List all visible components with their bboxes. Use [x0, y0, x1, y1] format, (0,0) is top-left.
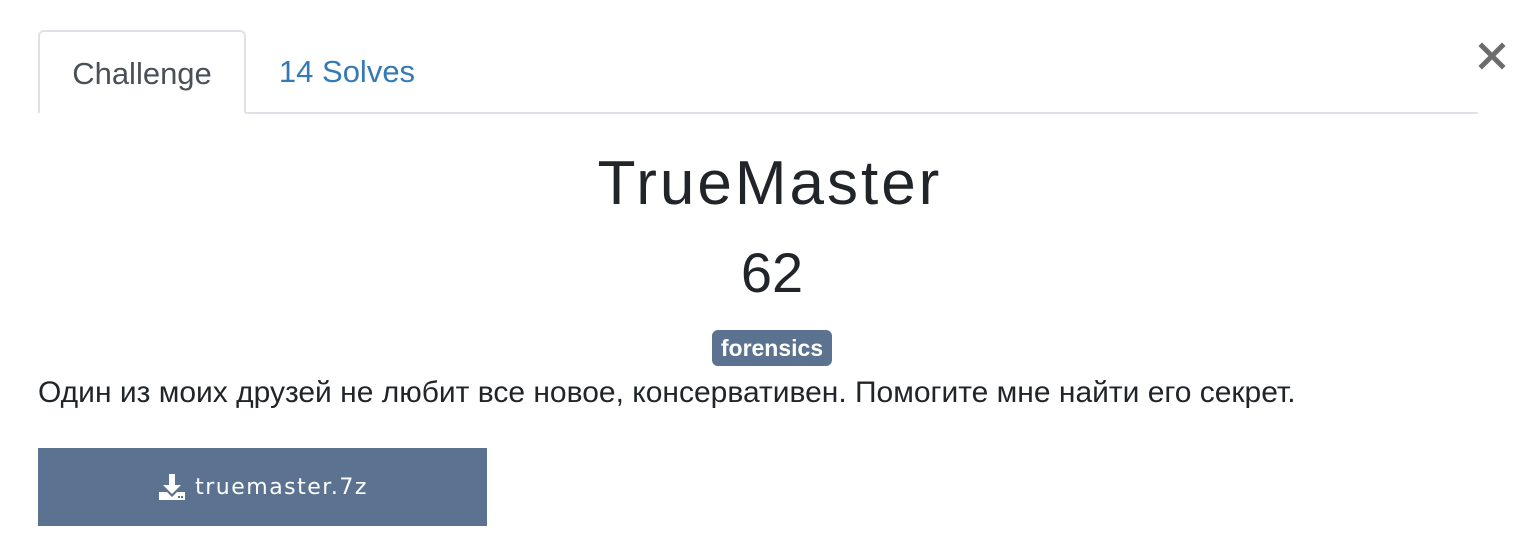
- close-icon: [1478, 42, 1506, 70]
- challenge-description: Один из моих друзей не любит все новое, …: [38, 376, 1296, 409]
- tag-badge: forensics: [711, 330, 833, 366]
- challenge-points: 62: [740, 241, 804, 304]
- challenge-tags: forensics: [0, 330, 1522, 366]
- file-download-button[interactable]: truemaster.7z: [38, 448, 487, 526]
- close-button[interactable]: [1474, 36, 1510, 76]
- challenge-modal: Challenge 14 Solves TrueMaster 62 forens…: [0, 0, 1522, 554]
- download-icon: [159, 474, 186, 500]
- challenge-tabs: Challenge 14 Solves: [38, 30, 1478, 114]
- file-name: truemaster.7z: [195, 474, 368, 500]
- tab-challenge[interactable]: Challenge: [38, 30, 246, 114]
- challenge-name: TrueMaster: [597, 149, 943, 218]
- tab-solves[interactable]: 14 Solves: [248, 30, 446, 114]
